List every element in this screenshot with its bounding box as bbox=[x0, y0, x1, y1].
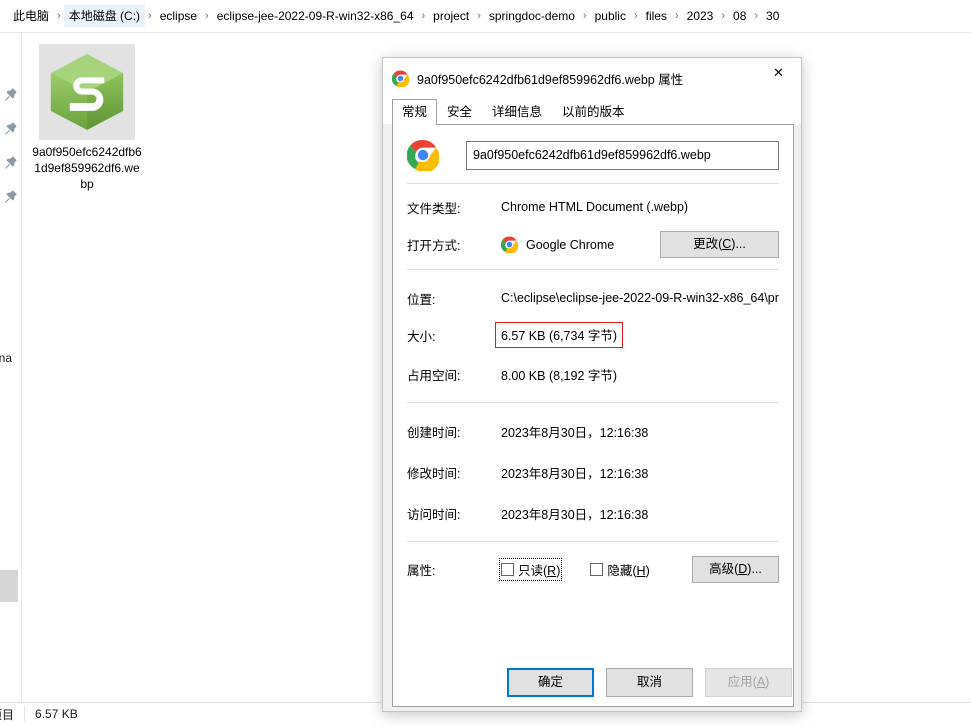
breadcrumb-item-5[interactable]: springdoc-demo bbox=[484, 5, 580, 27]
readonly-checkbox[interactable]: 只读(R) bbox=[498, 558, 563, 581]
location-row: 位置: C:\eclipse\eclipse-jee-2022-09-R-win… bbox=[393, 286, 793, 310]
accessed-value: 2023年8月30日，12:16:38 bbox=[501, 507, 649, 522]
breadcrumb-separator: › bbox=[421, 10, 426, 22]
size-group: 位置: C:\eclipse\eclipse-jee-2022-09-R-win… bbox=[393, 270, 793, 402]
breadcrumb-item-8[interactable]: 2023 bbox=[682, 5, 719, 27]
location-value: C:\eclipse\eclipse-jee-2022-09-R-win32-x… bbox=[501, 291, 779, 305]
advanced-button[interactable]: 高级(D)... bbox=[692, 556, 779, 583]
close-icon[interactable]: ✕ bbox=[756, 58, 801, 88]
breadcrumb-item-3[interactable]: eclipse-jee-2022-09-R-win32-x86_64 bbox=[212, 5, 419, 27]
change-button[interactable]: 更改(C)... bbox=[660, 231, 779, 258]
tab-security[interactable]: 安全 bbox=[437, 99, 482, 125]
openwith-row: 打开方式: Google Chrome 更改(C)... bbox=[393, 231, 793, 258]
apply-button: 应用(A) bbox=[705, 668, 792, 697]
webp-thumbnail-icon bbox=[39, 44, 135, 140]
accessed-label: 访问时间: bbox=[407, 507, 461, 522]
dialog-titlebar[interactable]: 9a0f950efc6242dfb61d9ef859962df6.webp 属性… bbox=[383, 58, 801, 98]
dates-group: 创建时间: 2023年8月30日，12:16:38 修改时间: 2023年8月3… bbox=[393, 403, 793, 541]
modified-value: 2023年8月30日，12:16:38 bbox=[501, 466, 649, 481]
checkbox-box[interactable] bbox=[501, 563, 514, 576]
attributes-label: 属性: bbox=[407, 564, 436, 578]
breadcrumb-item-10[interactable]: 30 bbox=[761, 5, 784, 27]
breadcrumb-item-9[interactable]: 08 bbox=[728, 5, 751, 27]
breadcrumb-item-4[interactable]: project bbox=[428, 5, 474, 27]
dialog-title: 9a0f950efc6242dfb61d9ef859962df6.webp 属性 bbox=[417, 72, 684, 87]
navigation-pane[interactable]: ona bbox=[0, 33, 22, 704]
filetype-row: 文件类型: Chrome HTML Document (.webp) bbox=[393, 195, 793, 219]
checkbox-box[interactable] bbox=[590, 563, 604, 576]
cancel-button[interactable]: 取消 bbox=[606, 668, 693, 697]
openwith-app-name: Google Chrome bbox=[526, 237, 615, 252]
dialog-tab-strip[interactable]: 常规 安全 详细信息 以前的版本 bbox=[383, 98, 801, 125]
modified-label: 修改时间: bbox=[407, 466, 461, 481]
accessed-row: 访问时间: 2023年8月30日，12:16:38 bbox=[393, 501, 793, 525]
filetype-label: 文件类型: bbox=[407, 201, 461, 216]
breadcrumb-separator: › bbox=[754, 10, 759, 22]
ok-button[interactable]: 确定 bbox=[507, 668, 594, 697]
created-value: 2023年8月30日，12:16:38 bbox=[501, 425, 649, 440]
status-total-size: 6.57 KB bbox=[24, 706, 88, 722]
breadcrumb-separator: › bbox=[633, 10, 638, 22]
breadcrumb-separator: › bbox=[721, 10, 726, 22]
tab-previous-versions[interactable]: 以前的版本 bbox=[552, 99, 635, 125]
tab-details[interactable]: 详细信息 bbox=[482, 99, 552, 125]
list-item-label: 9a0f950efc6242dfb61d9ef859962df6.webp bbox=[32, 145, 142, 191]
file-properties-dialog: 9a0f950efc6242dfb61d9ef859962df6.webp 属性… bbox=[382, 57, 802, 712]
breadcrumb-separator: › bbox=[674, 10, 679, 22]
dialog-footer: 确定 取消 应用(A) bbox=[383, 654, 803, 711]
openwith-label: 打开方式: bbox=[407, 239, 461, 253]
created-label: 创建时间: bbox=[407, 425, 461, 440]
modified-row: 修改时间: 2023年8月30日，12:16:38 bbox=[393, 460, 793, 484]
breadcrumb-item-7[interactable]: files bbox=[641, 5, 672, 27]
ondisk-row: 占用空间: 8.00 KB (8,192 字节) bbox=[393, 362, 793, 386]
breadcrumb-separator: › bbox=[205, 10, 209, 22]
breadcrumb-item-2[interactable]: eclipse bbox=[155, 5, 202, 27]
openwith-app: Google Chrome bbox=[500, 236, 615, 254]
filename-row bbox=[393, 125, 793, 183]
size-row: 大小: 6.57 KB (6,734 字节) bbox=[393, 322, 793, 348]
chrome-icon bbox=[500, 236, 519, 254]
status-item-count: 项目 bbox=[0, 707, 15, 722]
size-value-highlighted: 6.57 KB (6,734 字节) bbox=[495, 322, 624, 348]
attributes-row: 属性: 只读(R) 隐藏(H) 高级(D)... bbox=[393, 556, 793, 583]
breadcrumb-item-1[interactable]: 本地磁盘 (C:) bbox=[63, 5, 146, 27]
chrome-icon bbox=[406, 139, 440, 173]
breadcrumb-separator: › bbox=[477, 10, 481, 22]
breadcrumb-separator: › bbox=[57, 10, 61, 22]
readonly-label: 只读(R) bbox=[518, 564, 561, 578]
hidden-label: 隐藏(H) bbox=[607, 564, 650, 578]
tab-panel-general: 文件类型: Chrome HTML Document (.webp) 打开方式: bbox=[392, 124, 794, 707]
type-group: 文件类型: Chrome HTML Document (.webp) 打开方式: bbox=[393, 184, 793, 269]
breadcrumb[interactable]: 此电脑 › 本地磁盘 (C:) › eclipse › eclipse-jee-… bbox=[0, 0, 971, 33]
hidden-checkbox[interactable]: 隐藏(H) bbox=[590, 560, 650, 579]
tab-general[interactable]: 常规 bbox=[392, 99, 438, 125]
pin-icon[interactable] bbox=[4, 189, 18, 203]
divider bbox=[407, 541, 779, 542]
ondisk-value: 8.00 KB (8,192 字节) bbox=[501, 368, 618, 383]
ondisk-label: 占用空间: bbox=[407, 368, 461, 383]
breadcrumb-item-6[interactable]: public bbox=[590, 5, 631, 27]
created-row: 创建时间: 2023年8月30日，12:16:38 bbox=[393, 419, 793, 443]
pin-icon[interactable] bbox=[4, 87, 18, 101]
size-label: 大小: bbox=[407, 329, 436, 344]
pin-icon[interactable] bbox=[4, 155, 18, 169]
pin-icon[interactable] bbox=[4, 121, 18, 135]
list-item[interactable]: 9a0f950efc6242dfb61d9ef859962df6.webp bbox=[32, 44, 142, 192]
filename-input[interactable] bbox=[466, 140, 779, 170]
breadcrumb-item-0[interactable]: 此电脑 bbox=[8, 5, 54, 27]
breadcrumb-separator: › bbox=[582, 10, 587, 22]
location-label: 位置: bbox=[407, 292, 436, 307]
chrome-icon bbox=[391, 70, 410, 88]
filetype-value: Chrome HTML Document (.webp) bbox=[501, 200, 689, 214]
nav-scrollbar-thumb[interactable] bbox=[0, 570, 18, 602]
breadcrumb-separator: › bbox=[148, 10, 152, 22]
nav-partial-label: ona bbox=[0, 351, 13, 365]
